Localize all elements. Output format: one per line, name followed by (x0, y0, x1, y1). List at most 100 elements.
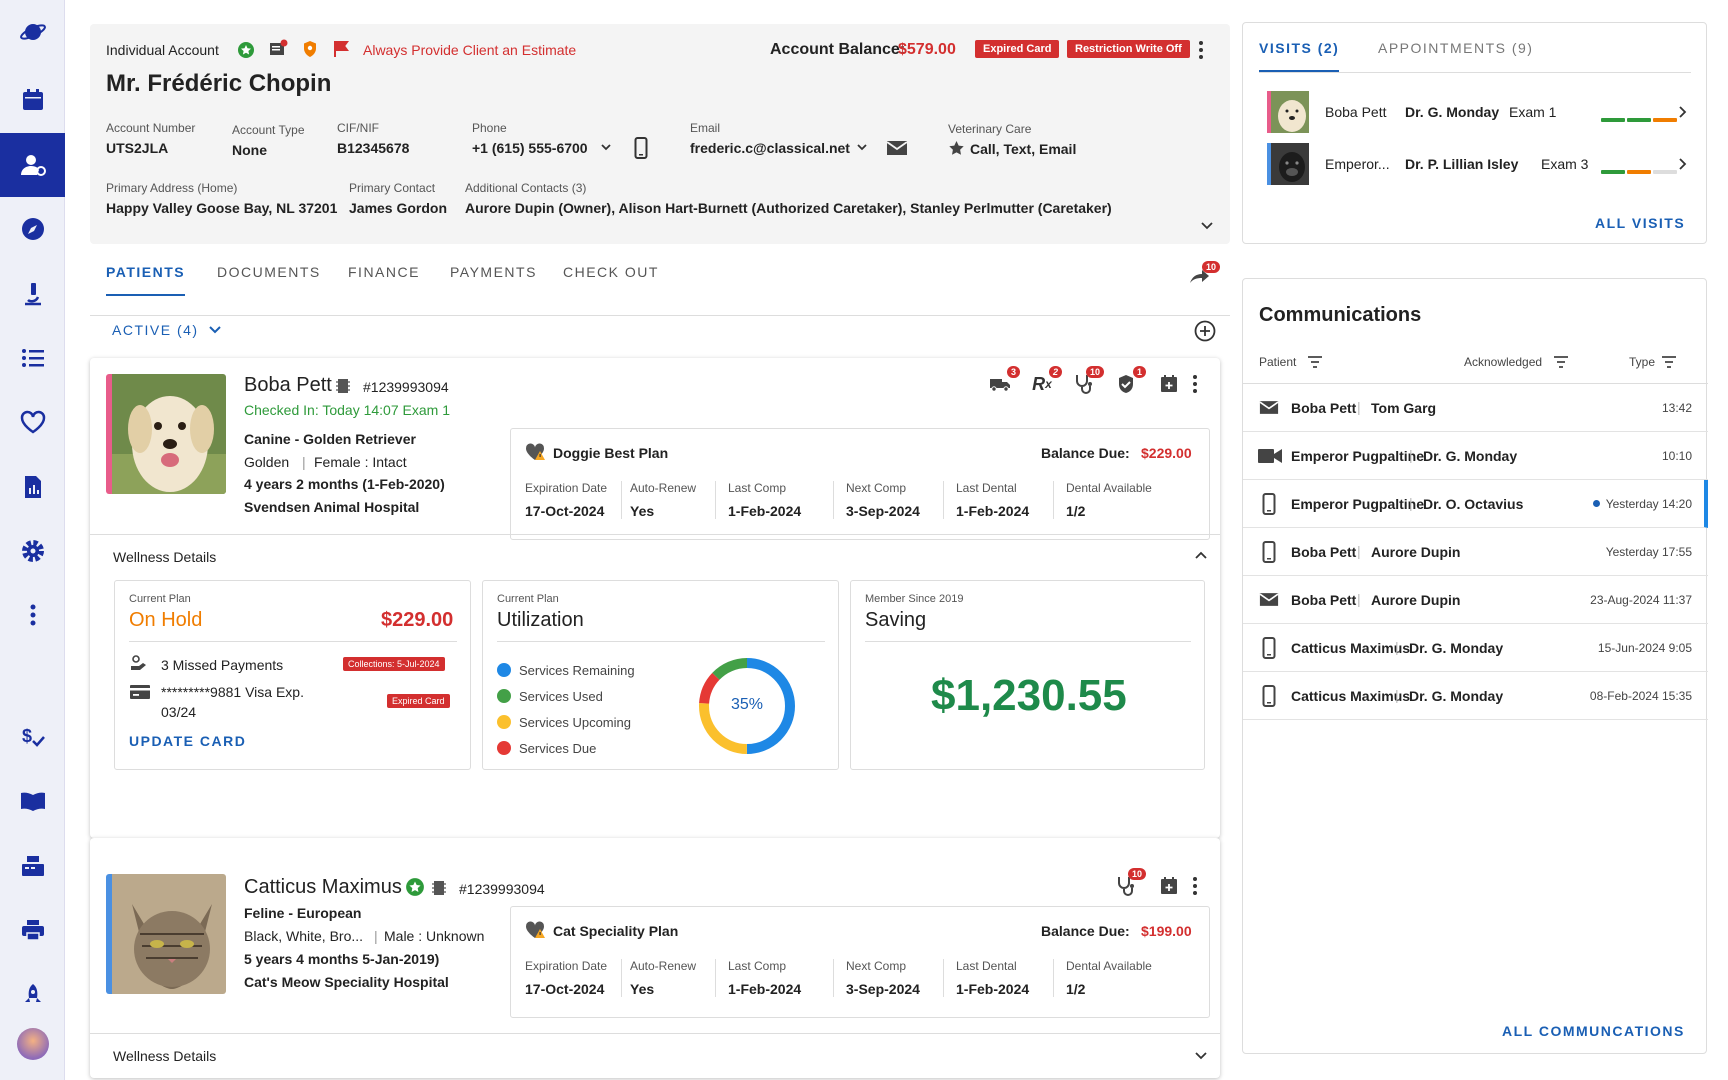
plan-name[interactable]: Cat Speciality Plan (553, 923, 678, 939)
visit-exam: Exam 1 (1509, 104, 1557, 120)
calendar-icon[interactable] (0, 68, 65, 132)
communication-row[interactable]: Emperor Pugpaltine | Dr. G. Monday 10:10 (1243, 432, 1708, 480)
star-badge-icon (237, 41, 255, 64)
plan-name[interactable]: Doggie Best Plan (553, 445, 668, 461)
tab-appointments[interactable]: APPOINTMENTS (9) (1378, 40, 1533, 56)
report-icon[interactable] (0, 455, 65, 519)
wellness-details-header[interactable]: Wellness Details (90, 1033, 1220, 1078)
plan-heart-icon (525, 920, 547, 945)
calendar-add-icon[interactable] (1157, 372, 1181, 396)
wellness-details-header[interactable]: Wellness Details (90, 534, 1220, 576)
expand-chevron-icon[interactable] (1200, 218, 1214, 237)
user-avatar[interactable] (0, 1012, 65, 1076)
chevron-down-icon[interactable] (856, 140, 868, 158)
plan-amount: $229.00 (381, 609, 454, 631)
calendar-add-icon[interactable] (1157, 874, 1181, 898)
additional-contacts-value: Aurore Dupin (Owner), Alison Hart-Burnet… (465, 200, 1112, 216)
active-filter-dropdown[interactable]: ACTIVE (4) (112, 322, 199, 338)
saving-amount: $1,230.55 (931, 671, 1127, 720)
collapse-chevron-icon[interactable] (1194, 549, 1208, 568)
tab-documents[interactable]: DOCUMENTS (217, 264, 321, 294)
mail-icon[interactable] (886, 140, 908, 161)
col-patient[interactable]: Patient (1259, 355, 1296, 369)
microscope-icon[interactable] (0, 262, 65, 326)
gear-icon[interactable] (0, 519, 65, 583)
tab-patients[interactable]: PATIENTS (106, 264, 186, 296)
legend-item: Services Used (519, 688, 603, 704)
more-vertical-icon[interactable] (0, 583, 65, 647)
communication-row[interactable]: Boba Pett | Tom Garg 13:42 (1243, 384, 1708, 432)
compass-icon[interactable] (0, 197, 65, 261)
tab-finance[interactable]: FINANCE (348, 264, 420, 294)
col-acknowledged[interactable]: Acknowledged (1464, 355, 1542, 369)
share-icon[interactable]: 10 (1188, 261, 1220, 290)
chevron-right-icon[interactable] (1677, 105, 1687, 124)
visit-row[interactable]: Emperor... Dr. P. Lillian Isley Exam 3 (1267, 143, 1687, 185)
list-icon[interactable] (0, 326, 65, 390)
communication-row[interactable]: Emperor Pugpaltine | Dr. O. Octavius Yes… (1243, 480, 1708, 528)
patient-color: Black, White, Bro... (244, 928, 364, 944)
note-flag-icon[interactable] (268, 39, 288, 64)
more-vertical-icon[interactable] (1198, 40, 1204, 65)
tab-payments[interactable]: PAYMENTS (450, 264, 537, 294)
planet-logo-icon[interactable] (0, 0, 65, 64)
primary-contact-label: Primary Contact (349, 181, 436, 195)
account-type-field-label: Account Type (232, 123, 305, 137)
communication-row[interactable]: Catticus Maximus | Dr. G. Monday 08-Feb-… (1243, 672, 1708, 720)
communication-row[interactable]: Catticus Maximus | Dr. G. Monday 15-Jun-… (1243, 624, 1708, 672)
prescription-icon[interactable]: Rx2 (1030, 366, 1062, 396)
patient-name[interactable]: Catticus Maximus (244, 876, 402, 899)
more-vertical-icon[interactable] (1188, 874, 1202, 898)
wellness-details-label: Wellness Details (113, 1048, 217, 1064)
dollar-check-icon[interactable]: $ (0, 705, 65, 769)
communication-row[interactable]: Boba Pett | Aurore Dupin Yesterday 17:55 (1243, 528, 1708, 576)
all-communications-link[interactable]: ALL COMMUNCATIONS (1502, 1023, 1685, 1039)
communication-row[interactable]: Boba Pett | Aurore Dupin 23-Aug-2024 11:… (1243, 576, 1708, 624)
heart-icon[interactable] (0, 390, 65, 454)
divider: | (1395, 639, 1399, 655)
flag-icon[interactable] (333, 40, 349, 63)
patient-name[interactable]: Boba Pett (244, 374, 332, 397)
shield-check-icon[interactable]: 1 (1114, 366, 1146, 396)
filter-icon[interactable] (1307, 355, 1323, 373)
email-value[interactable]: frederic.c@classical.net (690, 140, 850, 156)
chevron-right-icon[interactable] (1677, 157, 1687, 176)
current-plan-label: Current Plan (129, 593, 191, 605)
divider: | (1357, 591, 1361, 607)
clients-icon[interactable] (0, 133, 65, 197)
mobile-phone-icon[interactable] (634, 137, 648, 164)
comm-time: 23-Aug-2024 11:37 (1590, 593, 1692, 607)
tab-check-out[interactable]: CHECK OUT (563, 264, 659, 294)
tab-visits[interactable]: VISITS (2) (1259, 40, 1340, 72)
filter-icon[interactable] (1661, 355, 1677, 373)
book-icon[interactable] (0, 769, 65, 833)
more-vertical-icon[interactable] (1188, 372, 1202, 396)
wellness-details-label: Wellness Details (113, 549, 217, 565)
address-value: Happy Valley Goose Bay, NL 37201 (106, 200, 338, 216)
comm-contact: Aurore Dupin (1371, 592, 1461, 608)
expand-chevron-icon[interactable] (1194, 1048, 1208, 1067)
filter-icon[interactable] (1553, 355, 1569, 373)
col-type[interactable]: Type (1629, 355, 1655, 369)
chevron-down-icon[interactable] (208, 323, 222, 342)
patient-breed: Canine - Golden Retriever (244, 431, 416, 447)
add-patient-icon[interactable] (1194, 320, 1216, 347)
stethoscope-icon[interactable]: 10 (1072, 366, 1104, 396)
plan-balance: $199.00 (1141, 923, 1192, 939)
update-card-link[interactable]: UPDATE CARD (129, 733, 246, 749)
phone-value[interactable]: +1 (615) 555-6700 (472, 140, 588, 156)
mail-icon (1259, 592, 1279, 610)
plan-col: Expiration Date 17-Oct-2024 (525, 481, 608, 519)
comm-time: Yesterday 14:20 (1605, 497, 1692, 511)
chevron-down-icon[interactable] (600, 140, 612, 158)
divider: | (1395, 687, 1399, 703)
visit-row[interactable]: Boba Pett Dr. G. Monday Exam 1 (1267, 91, 1687, 133)
stethoscope-icon[interactable]: 10 (1114, 868, 1146, 898)
patient-hospital: Svendsen Animal Hospital (244, 499, 420, 515)
printer-icon[interactable] (0, 898, 65, 962)
transport-truck-icon[interactable]: 3 (988, 366, 1020, 396)
register-icon[interactable] (0, 834, 65, 898)
all-visits-link[interactable]: ALL VISITS (1595, 215, 1685, 231)
plan-status: On Hold (129, 609, 203, 631)
shield-icon[interactable] (302, 40, 318, 63)
